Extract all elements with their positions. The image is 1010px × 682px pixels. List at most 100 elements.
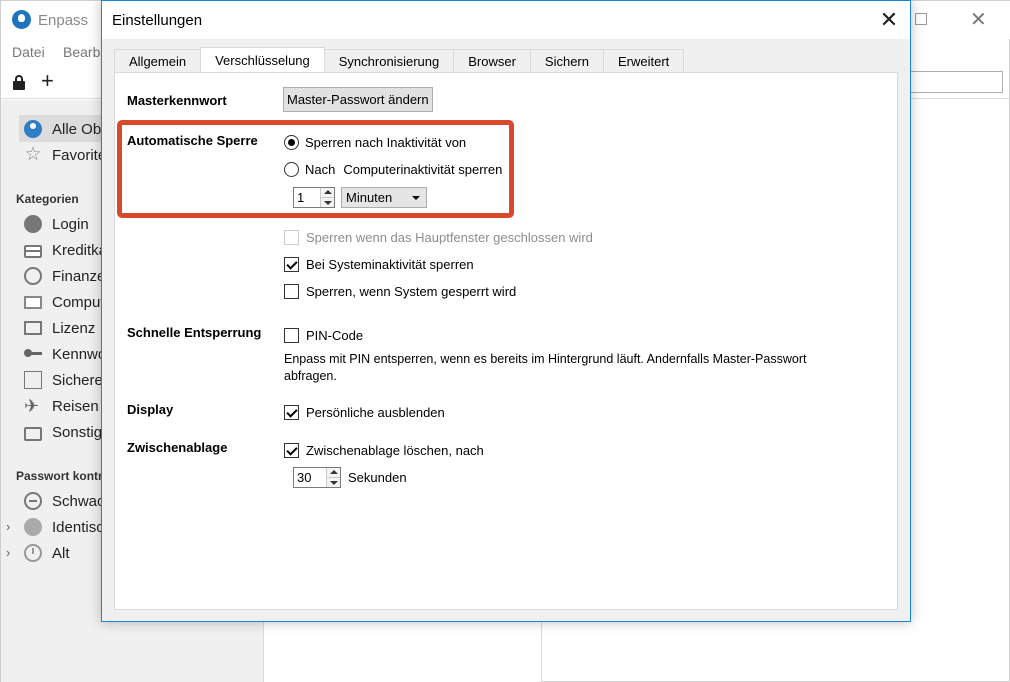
sidebar-item-label: Identisc: [52, 518, 104, 536]
pin-code-label: PIN-Code: [306, 327, 364, 343]
clipboard-seconds-stepper[interactable]: 30: [293, 467, 341, 488]
sidebar-item-all[interactable]: Alle Obj: [24, 118, 105, 140]
lock-on-system-locked-label: Sperren, wenn System gesperrt wird: [306, 283, 517, 299]
lock-after-computer-idle-option[interactable]: Nach Computerinaktivität sperren: [284, 159, 502, 179]
lock-on-main-window-close-option[interactable]: Sperren wenn das Hauptfenster geschlosse…: [284, 227, 593, 247]
menu-file[interactable]: Datei: [12, 44, 45, 60]
lock-duration-stepper[interactable]: 1: [293, 187, 335, 208]
key-circle-icon: [24, 120, 42, 138]
change-master-password-button[interactable]: Master-Passwort ändern: [283, 87, 433, 112]
lock-on-system-idle-option[interactable]: Bei Systeminaktivität sperren: [284, 254, 474, 274]
lock-duration-unit-select[interactable]: Minuten: [341, 187, 427, 208]
star-icon: ☆: [24, 144, 42, 165]
add-item-icon[interactable]: +: [41, 70, 54, 92]
pin-code-option[interactable]: PIN-Code: [284, 325, 363, 345]
sidebar-item-computer[interactable]: Comput: [24, 291, 105, 313]
sidebar-item-label: Finanze: [52, 267, 106, 285]
clipboard-seconds-value[interactable]: 30: [294, 468, 326, 487]
sidebar-item-old[interactable]: Alt: [24, 542, 70, 564]
main-window-title: Enpass: [38, 12, 89, 29]
display-label: Display: [127, 402, 174, 417]
sidebar-item-finance[interactable]: Finanze: [24, 265, 105, 287]
sidebar-item-misc[interactable]: Sonstig: [24, 421, 102, 443]
key-icon: [24, 345, 42, 363]
radio-lock-after-inactivity[interactable]: [284, 134, 299, 150]
sidebar-item-label: Login: [52, 215, 89, 233]
chevron-right-icon[interactable]: ›: [6, 519, 10, 534]
stepper-down-icon[interactable]: [321, 198, 334, 207]
search-input[interactable]: [907, 71, 1003, 93]
menu-edit[interactable]: Bearb: [63, 44, 100, 60]
lock-after-inactivity-label: Sperren nach Inaktivität von: [305, 134, 467, 150]
seconds-label: Sekunden: [348, 469, 407, 485]
lock-after-label-a: Nach: [305, 161, 336, 177]
sidebar-item-license[interactable]: Lizenz: [24, 317, 95, 339]
categories-heading: Kategorien: [16, 192, 79, 206]
clock-icon: [24, 544, 42, 562]
sidebar-item-label: Sichere: [52, 371, 103, 389]
stepper-arrows: [326, 468, 340, 487]
password-audit-heading: Passwort kontr: [16, 469, 103, 483]
lock-icon[interactable]: [13, 75, 25, 90]
clipboard-label: Zwischenablage: [127, 440, 228, 455]
sidebar-item-label: Alle Obj: [52, 120, 105, 138]
sidebar-item-label: Kreditka: [52, 241, 108, 259]
maximize-icon[interactable]: [915, 13, 927, 25]
chevron-right-icon[interactable]: ›: [6, 545, 10, 560]
clear-clipboard-option[interactable]: Zwischenablage löschen, nach: [284, 440, 484, 460]
sidebar-item-label: Alt: [52, 544, 70, 562]
hide-personal-option[interactable]: Persönliche ausblenden: [284, 402, 445, 422]
minus-circle-icon: [24, 492, 42, 510]
tab-sync[interactable]: Synchronisierung: [323, 49, 455, 72]
identical-icon: [24, 518, 42, 536]
checkbox-pin-code[interactable]: [284, 327, 299, 343]
sidebar-item-passwords[interactable]: Kennwo: [24, 343, 106, 365]
radio-lock-after-computer-idle[interactable]: [284, 161, 299, 177]
secure-note-icon: [24, 371, 42, 389]
briefcase-icon: [24, 426, 42, 441]
sidebar-item-label: Favorite: [52, 146, 107, 164]
clear-clipboard-label: Zwischenablage löschen, nach: [306, 442, 484, 458]
checkbox-lock-on-system-locked[interactable]: [284, 283, 299, 299]
lock-after-label-b: Computerinaktivität sperren: [343, 161, 503, 177]
checkbox-clear-clipboard[interactable]: [284, 442, 299, 458]
encryption-panel: Masterkennwort Master-Passwort ändern Au…: [114, 72, 898, 610]
lock-duration-unit-value: Minuten: [346, 190, 393, 205]
computer-icon: [24, 295, 42, 309]
sidebar-item-label: Schwac: [52, 492, 105, 510]
tab-advanced[interactable]: Erweitert: [602, 49, 685, 72]
lock-duration-value[interactable]: 1: [294, 188, 320, 207]
sidebar-item-credit-cards[interactable]: Kreditka: [24, 239, 107, 261]
sidebar-item-label: Lizenz: [52, 319, 96, 337]
sidebar-item-login[interactable]: Login: [24, 213, 89, 235]
lock-after-inactivity-option[interactable]: Sperren nach Inaktivität von: [284, 132, 466, 152]
close-icon[interactable]: ✕: [874, 6, 904, 34]
tab-encryption[interactable]: Verschlüsselung: [200, 47, 325, 72]
checkbox-hide-personal[interactable]: [284, 404, 299, 420]
enpass-logo-icon: [12, 10, 31, 29]
tab-browser[interactable]: Browser: [453, 49, 531, 72]
stepper-up-icon[interactable]: [321, 188, 334, 198]
sidebar-item-weak[interactable]: Schwac: [24, 490, 105, 512]
lock-on-system-locked-option[interactable]: Sperren, wenn System gesperrt wird: [284, 281, 516, 301]
tab-backup[interactable]: Sichern: [529, 49, 604, 72]
dialog-titlebar: Einstellungen ✕: [102, 1, 910, 39]
finance-icon: [24, 267, 42, 285]
license-icon: [24, 321, 42, 335]
master-password-label: Masterkennwort: [127, 93, 227, 108]
tab-general[interactable]: Allgemein: [114, 49, 202, 72]
stepper-up-icon[interactable]: [327, 468, 340, 478]
checkbox-lock-on-system-idle[interactable]: [284, 256, 299, 272]
stepper-down-icon[interactable]: [327, 478, 340, 487]
lock-on-main-window-close-label: Sperren wenn das Hauptfenster geschlosse…: [306, 229, 593, 245]
settings-tabs: Allgemein Verschlüsselung Synchronisieru…: [114, 47, 685, 73]
main-close-icon[interactable]: ✕: [970, 7, 987, 32]
sidebar-item-label: Reisen: [52, 397, 99, 415]
sidebar-item-identical[interactable]: Identisc: [24, 516, 104, 538]
sidebar-item-favorites[interactable]: ☆ Favorite: [24, 144, 106, 166]
checkbox-lock-on-main-window-close[interactable]: [284, 229, 299, 245]
dialog-title: Einstellungen: [112, 12, 203, 29]
sidebar-item-secure-notes[interactable]: Sichere: [24, 369, 103, 391]
sidebar-item-label: Comput: [52, 293, 105, 311]
sidebar-item-travel[interactable]: ✈ Reisen: [24, 395, 99, 417]
